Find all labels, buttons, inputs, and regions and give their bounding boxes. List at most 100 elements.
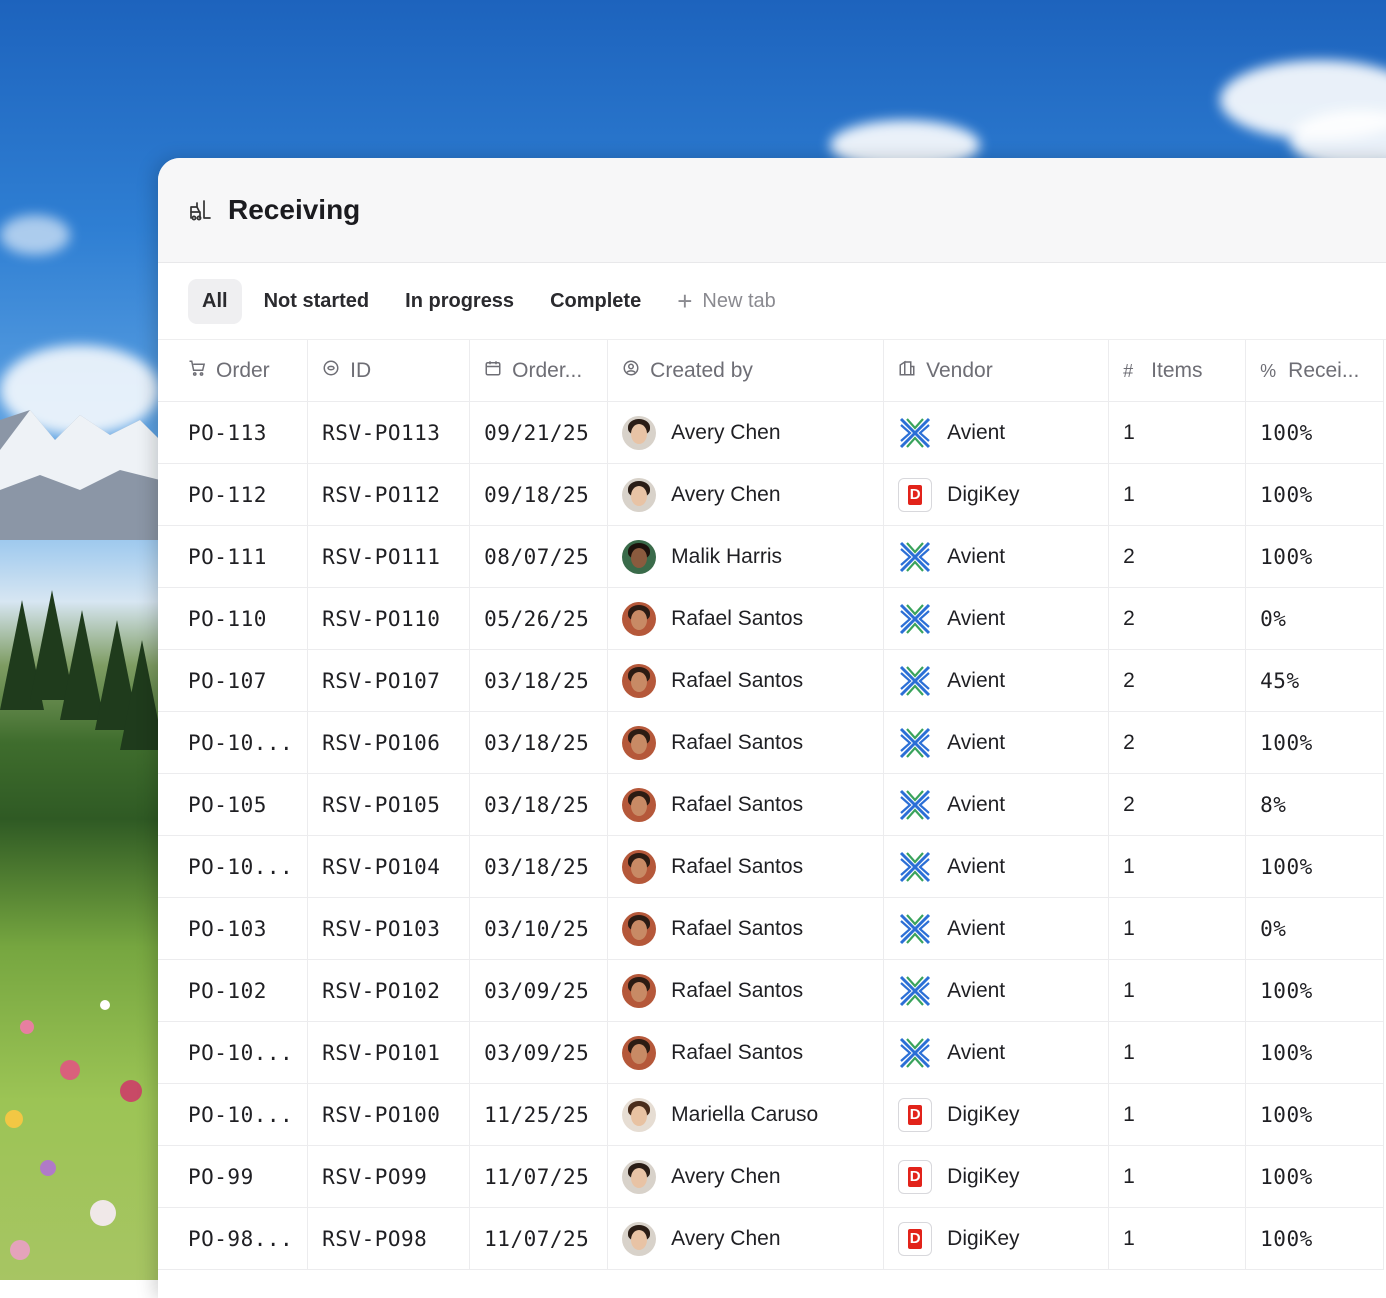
id-cell[interactable]: RSV-PO103 (307, 897, 471, 960)
created-by-cell[interactable]: Rafael Santos (607, 711, 885, 774)
id-cell[interactable]: RSV-PO101 (307, 1021, 471, 1084)
tab-in-progress[interactable]: In progress (391, 279, 528, 324)
vendor-cell[interactable]: Avient (883, 959, 1110, 1022)
id-cell[interactable]: RSV-PO102 (307, 959, 471, 1022)
items-cell[interactable]: 2 (1108, 525, 1247, 588)
created-by-cell[interactable]: Mariella Caruso (607, 1083, 885, 1146)
received-cell[interactable]: 100% (1245, 1021, 1385, 1084)
created-by-cell[interactable]: Malik Harris (607, 525, 885, 588)
order-date-cell[interactable]: 11/25/25 (469, 1083, 609, 1146)
vendor-cell[interactable]: D DigiKey (883, 1207, 1110, 1270)
vendor-cell[interactable]: Avient (883, 1021, 1110, 1084)
id-cell[interactable]: RSV-PO99 (307, 1145, 471, 1208)
received-cell[interactable]: 8% (1245, 773, 1385, 836)
order-cell[interactable]: PO-105 (158, 773, 309, 836)
id-cell[interactable]: RSV-PO98 (307, 1207, 471, 1270)
column-header-id[interactable]: ID (307, 340, 471, 402)
received-cell[interactable]: 100% (1245, 711, 1385, 774)
id-cell[interactable]: RSV-PO107 (307, 649, 471, 712)
order-cell[interactable]: PO-10... (158, 1021, 309, 1084)
items-cell[interactable]: 1 (1108, 1145, 1247, 1208)
tab-not-started[interactable]: Not started (250, 279, 384, 324)
new-tab-button[interactable]: + New tab (663, 279, 790, 324)
order-date-cell[interactable]: 03/09/25 (469, 1021, 609, 1084)
table-row[interactable]: PO-10... RSV-PO104 03/18/25 Rafael Santos Av… (158, 835, 1385, 898)
table-row[interactable]: PO-103 RSV-PO103 03/10/25 Rafael Santos Avie… (158, 897, 1385, 960)
id-cell[interactable]: RSV-PO105 (307, 773, 471, 836)
received-cell[interactable]: 100% (1245, 401, 1385, 464)
order-cell[interactable]: PO-112 (158, 463, 309, 526)
order-cell[interactable]: PO-111 (158, 525, 309, 588)
table-row[interactable]: PO-10... RSV-PO101 03/09/25 Rafael Santos Av… (158, 1021, 1385, 1084)
received-cell[interactable]: 0% (1245, 587, 1385, 650)
column-header-received[interactable]: % Recei... (1245, 340, 1385, 402)
tab-all[interactable]: All (188, 278, 242, 324)
created-by-cell[interactable]: Avery Chen (607, 1207, 885, 1270)
id-cell[interactable]: RSV-PO110 (307, 587, 471, 650)
vendor-cell[interactable]: D DigiKey (883, 1083, 1110, 1146)
received-cell[interactable]: 45% (1245, 649, 1385, 712)
items-cell[interactable]: 1 (1108, 1021, 1247, 1084)
table-row[interactable]: PO-102 RSV-PO102 03/09/25 Rafael Santos Avie… (158, 959, 1385, 1022)
created-by-cell[interactable]: Avery Chen (607, 401, 885, 464)
table-row[interactable]: PO-107 RSV-PO107 03/18/25 Rafael Santos Avie… (158, 649, 1385, 712)
id-cell[interactable]: RSV-PO106 (307, 711, 471, 774)
id-cell[interactable]: RSV-PO112 (307, 463, 471, 526)
table-row[interactable]: PO-98... RSV-PO98 11/07/25 Avery Chen D DigiK… (158, 1207, 1385, 1270)
order-date-cell[interactable]: 11/07/25 (469, 1207, 609, 1270)
column-header-vendor[interactable]: Vendor (883, 340, 1110, 402)
created-by-cell[interactable]: Avery Chen (607, 1145, 885, 1208)
column-header-order-date[interactable]: Order... (469, 340, 609, 402)
order-date-cell[interactable]: 03/10/25 (469, 897, 609, 960)
created-by-cell[interactable]: Rafael Santos (607, 587, 885, 650)
items-cell[interactable]: 1 (1108, 401, 1247, 464)
order-date-cell[interactable]: 08/07/25 (469, 525, 609, 588)
column-header-created-by[interactable]: Created by (607, 340, 885, 402)
table-row[interactable]: PO-99 RSV-PO99 11/07/25 Avery Chen D DigiKey 1… (158, 1145, 1385, 1208)
received-cell[interactable]: 100% (1245, 525, 1385, 588)
received-cell[interactable]: 100% (1245, 1083, 1385, 1146)
id-cell[interactable]: RSV-PO104 (307, 835, 471, 898)
table-row[interactable]: PO-112 RSV-PO112 09/18/25 Avery Chen D DigiKe… (158, 463, 1385, 526)
created-by-cell[interactable]: Rafael Santos (607, 649, 885, 712)
received-cell[interactable]: 100% (1245, 1145, 1385, 1208)
order-date-cell[interactable]: 03/18/25 (469, 711, 609, 774)
items-cell[interactable]: 1 (1108, 1207, 1247, 1270)
order-cell[interactable]: PO-110 (158, 587, 309, 650)
order-date-cell[interactable]: 03/18/25 (469, 835, 609, 898)
id-cell[interactable]: RSV-PO113 (307, 401, 471, 464)
items-cell[interactable]: 2 (1108, 587, 1247, 650)
created-by-cell[interactable]: Rafael Santos (607, 773, 885, 836)
column-header-order[interactable]: Order (158, 340, 309, 402)
created-by-cell[interactable]: Rafael Santos (607, 897, 885, 960)
order-cell[interactable]: PO-10... (158, 711, 309, 774)
created-by-cell[interactable]: Rafael Santos (607, 1021, 885, 1084)
vendor-cell[interactable]: Avient (883, 649, 1110, 712)
order-date-cell[interactable]: 11/07/25 (469, 1145, 609, 1208)
received-cell[interactable]: 100% (1245, 463, 1385, 526)
items-cell[interactable]: 1 (1108, 463, 1247, 526)
received-cell[interactable]: 100% (1245, 959, 1385, 1022)
order-date-cell[interactable]: 09/18/25 (469, 463, 609, 526)
items-cell[interactable]: 1 (1108, 897, 1247, 960)
received-cell[interactable]: 100% (1245, 1207, 1385, 1270)
id-cell[interactable]: RSV-PO100 (307, 1083, 471, 1146)
table-row[interactable]: PO-10... RSV-PO106 03/18/25 Rafael Santos Av… (158, 711, 1385, 774)
vendor-cell[interactable]: Avient (883, 525, 1110, 588)
items-cell[interactable]: 1 (1108, 1083, 1247, 1146)
vendor-cell[interactable]: D DigiKey (883, 1145, 1110, 1208)
order-cell[interactable]: PO-99 (158, 1145, 309, 1208)
created-by-cell[interactable]: Avery Chen (607, 463, 885, 526)
created-by-cell[interactable]: Rafael Santos (607, 835, 885, 898)
order-cell[interactable]: PO-10... (158, 1083, 309, 1146)
table-row[interactable]: PO-10... RSV-PO100 11/25/25 Mariella Caruso… (158, 1083, 1385, 1146)
received-cell[interactable]: 0% (1245, 897, 1385, 960)
order-cell[interactable]: PO-113 (158, 401, 309, 464)
order-date-cell[interactable]: 03/09/25 (469, 959, 609, 1022)
vendor-cell[interactable]: D DigiKey (883, 463, 1110, 526)
items-cell[interactable]: 2 (1108, 649, 1247, 712)
vendor-cell[interactable]: Avient (883, 773, 1110, 836)
received-cell[interactable]: 100% (1245, 835, 1385, 898)
table-row[interactable]: PO-113 RSV-PO113 09/21/25 Avery Chen Avient 1… (158, 401, 1385, 464)
items-cell[interactable]: 1 (1108, 835, 1247, 898)
